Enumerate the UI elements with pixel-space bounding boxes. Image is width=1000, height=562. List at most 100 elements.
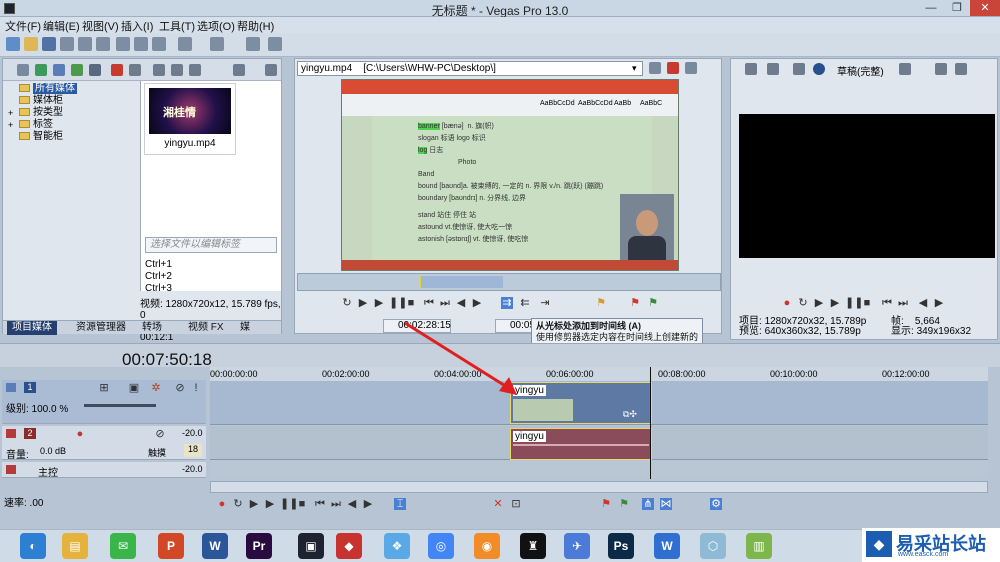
- media-clip[interactable]: 湘桂情 yingyu.mp4: [144, 83, 236, 155]
- next-frame-icon[interactable]: ▶: [933, 297, 945, 309]
- close-button[interactable]: ✕: [970, 0, 1000, 16]
- play-icon[interactable]: ▶: [373, 297, 385, 309]
- menu-insert[interactable]: 插入(I): [121, 18, 153, 34]
- delete-icon[interactable]: ✕: [492, 498, 504, 510]
- track-fx-icon[interactable]: ▣: [128, 382, 140, 394]
- maximize-button[interactable]: ❐: [944, 0, 970, 16]
- bypass-motion-blur-icon[interactable]: ⊞: [98, 382, 110, 394]
- paste-icon[interactable]: [152, 37, 166, 51]
- cut-icon[interactable]: [116, 37, 130, 51]
- play-from-start-icon[interactable]: ▶: [357, 297, 369, 309]
- media-fx-icon[interactable]: [129, 64, 141, 76]
- fill-gap-icon[interactable]: ⇥: [539, 297, 551, 309]
- prev-frame-icon[interactable]: ◀: [455, 297, 467, 309]
- zoom-icon[interactable]: [265, 64, 277, 76]
- menu-file[interactable]: 文件(F): [5, 18, 41, 34]
- record-icon[interactable]: ●: [216, 498, 228, 510]
- solo-icon[interactable]: !: [190, 382, 202, 394]
- menu-help[interactable]: 帮助(H): [237, 18, 274, 34]
- split-screen-icon[interactable]: [813, 63, 825, 75]
- search-icon[interactable]: [89, 64, 101, 76]
- stop-preview-icon[interactable]: [171, 64, 183, 76]
- tree-item-bins[interactable]: 媒体柜: [7, 95, 137, 107]
- new-icon[interactable]: [6, 37, 20, 51]
- remove-icon[interactable]: [111, 64, 123, 76]
- taskbar-wechat-icon[interactable]: ✉: [110, 533, 136, 559]
- get-media-icon[interactable]: [53, 64, 65, 76]
- region-icon[interactable]: ⚑: [618, 498, 630, 510]
- chevron-down-icon[interactable]: ▾: [632, 62, 637, 75]
- taskbar-vegas-icon[interactable]: ▣: [298, 533, 324, 559]
- timeline-ruler[interactable]: 00:00:00:00 00:02:00:00 00:04:00:00 00:0…: [210, 367, 988, 381]
- taskbar-explorer-icon[interactable]: ▤: [62, 533, 88, 559]
- preview-quality-select[interactable]: 草稿(完整): [837, 63, 884, 78]
- loop-icon[interactable]: ↻: [232, 498, 244, 510]
- import-icon[interactable]: [17, 64, 29, 76]
- taskbar-photoshop-icon[interactable]: Ps: [608, 533, 634, 559]
- stop-icon[interactable]: ■: [296, 498, 308, 510]
- tree-item-smart-bins[interactable]: 智能柜: [7, 131, 137, 143]
- capture-icon[interactable]: [35, 64, 47, 76]
- play-from-start-icon[interactable]: ▶: [813, 297, 825, 309]
- play-icon[interactable]: ▶: [264, 498, 276, 510]
- expand-icon[interactable]: +: [8, 107, 13, 119]
- go-start-icon[interactable]: ⏮: [881, 297, 893, 309]
- add-to-timeline-from-cursor-icon[interactable]: ⇉: [501, 297, 513, 309]
- taskbar-app2-icon[interactable]: ◉: [474, 533, 500, 559]
- refresh-icon[interactable]: [71, 64, 83, 76]
- trimmer-selection[interactable]: [420, 276, 504, 288]
- pause-icon[interactable]: ❚❚: [845, 297, 863, 309]
- go-end-icon[interactable]: ⏭: [330, 498, 342, 510]
- render-icon[interactable]: [96, 37, 110, 51]
- properties-icon[interactable]: [78, 37, 92, 51]
- taskbar-notes-icon[interactable]: ▥: [746, 533, 772, 559]
- stop-icon[interactable]: ■: [405, 297, 417, 309]
- next-frame-icon[interactable]: ▶: [362, 498, 374, 510]
- auto-crossfade-icon[interactable]: ⋈: [660, 498, 672, 510]
- taskbar-qq-icon[interactable]: ♜: [520, 533, 546, 559]
- tree-item-by-type[interactable]: + 按类型: [7, 107, 137, 119]
- marker-icon[interactable]: ⚑: [595, 297, 607, 309]
- preview-fx-icon[interactable]: [793, 63, 805, 75]
- menu-view[interactable]: 视图(V): [82, 18, 119, 34]
- views-icon[interactable]: [233, 64, 245, 76]
- taskbar-start-icon[interactable]: ◐: [20, 533, 46, 559]
- composite-mode-icon[interactable]: ✲: [150, 382, 162, 394]
- playhead-cursor[interactable]: [650, 367, 651, 479]
- arm-record-icon[interactable]: ●: [74, 428, 86, 440]
- master-bus-header[interactable]: 主控 -20.0: [2, 462, 206, 479]
- go-end-icon[interactable]: ⏭: [897, 297, 909, 309]
- pause-icon[interactable]: ❚❚: [280, 498, 298, 510]
- next-frame-icon[interactable]: ▶: [471, 297, 483, 309]
- taskbar-bird-icon[interactable]: ❖: [384, 533, 410, 559]
- go-end-icon[interactable]: ⏭: [439, 297, 451, 309]
- tree-item-all-media[interactable]: 所有媒体: [7, 83, 137, 95]
- minimize-button[interactable]: —: [918, 0, 944, 16]
- auto-preview-icon[interactable]: [189, 64, 201, 76]
- open-icon[interactable]: [24, 37, 38, 51]
- taskbar-wps-icon[interactable]: W: [654, 533, 680, 559]
- trimmer-scrub-bar[interactable]: [297, 273, 721, 291]
- taskbar-word-icon[interactable]: W: [202, 533, 228, 559]
- track-area[interactable]: yingyu ⧉✣ yingyu: [210, 367, 988, 479]
- add-to-timeline-up-to-cursor-icon[interactable]: ⇇: [519, 297, 531, 309]
- video-track-header[interactable]: 1 ⊞ ▣ ✲ ⊘ ! 级别: 100.0 %: [2, 380, 206, 424]
- save-icon[interactable]: [42, 37, 56, 51]
- taskbar-app3-icon[interactable]: ✈: [564, 533, 590, 559]
- video-event[interactable]: yingyu ⧉✣: [510, 382, 652, 424]
- taskbar-app4-icon[interactable]: ⬡: [700, 533, 726, 559]
- trimmer-options-icon[interactable]: [685, 62, 697, 74]
- normal-edit-tool-icon[interactable]: ⌶: [394, 498, 406, 510]
- taskbar-app-icon[interactable]: ◆: [336, 533, 362, 559]
- pan-mode[interactable]: 触摸: [148, 446, 166, 459]
- level-slider[interactable]: [84, 404, 156, 407]
- audio-track-header[interactable]: 2 ● ⊘ -20.0 音量: 0.0 dB 触摸 18: [2, 426, 206, 461]
- zoom-tool-icon[interactable]: [268, 37, 282, 51]
- event-fx-icon[interactable]: ⧉✣: [623, 409, 637, 420]
- loop-icon[interactable]: ↻: [797, 297, 809, 309]
- menu-edit[interactable]: 编辑(E): [43, 18, 80, 34]
- audio-event[interactable]: yingyu: [510, 428, 652, 460]
- timeline-scrollbar[interactable]: [210, 481, 988, 493]
- mute-icon[interactable]: ⊘: [154, 428, 166, 440]
- menu-tools[interactable]: 工具(T): [159, 18, 195, 34]
